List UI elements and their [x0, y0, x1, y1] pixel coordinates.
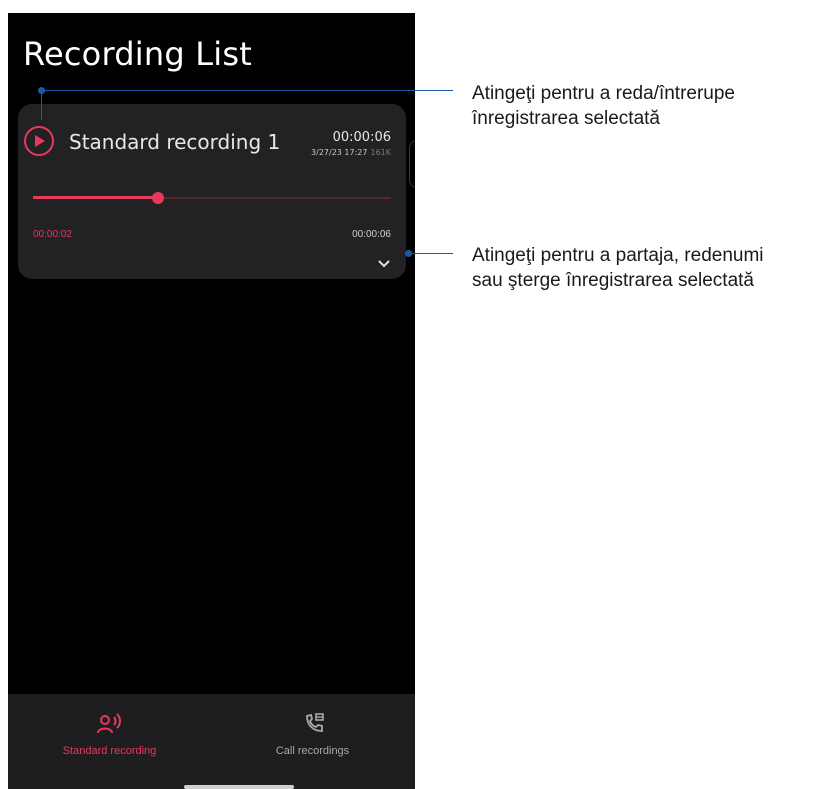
chevron-down-icon — [378, 260, 390, 268]
callout-play-text: Atingeţi pentru a reda/întrerupe înregis… — [472, 81, 735, 131]
slider-thumb[interactable] — [152, 192, 165, 204]
callout-play-connector — [41, 90, 42, 120]
callout-play-line — [41, 90, 453, 91]
recording-name: Standard recording 1 — [69, 130, 281, 154]
home-indicator[interactable] — [184, 785, 294, 789]
page-title: Recording List — [23, 35, 252, 73]
playback-slider[interactable] — [33, 192, 391, 204]
play-icon — [35, 135, 45, 147]
voice-recording-icon — [97, 713, 121, 734]
recording-datetime: 3/27/23 17:27 — [311, 148, 368, 157]
tab-standard-recording[interactable]: Standard recording — [8, 694, 211, 789]
recording-meta: 3/27/23 17:27 161K — [311, 148, 391, 157]
callout-play-line1: Atingeţi pentru a reda/întrerupe — [472, 83, 736, 104]
slider-fill — [33, 196, 159, 199]
recording-card[interactable]: Standard recording 1 00:00:06 3/27/23 17… — [18, 104, 406, 279]
side-panel-handle[interactable] — [409, 140, 415, 188]
callout-play-line2: înregistrarea selectată — [472, 108, 660, 129]
phone-screen: Recording List Standard recording 1 00:0… — [8, 13, 415, 789]
elapsed-time: 00:00:02 — [33, 229, 72, 240]
call-recording-icon — [306, 713, 324, 732]
tab-call-recordings[interactable]: Call recordings — [211, 694, 414, 789]
tab-standard-label: Standard recording — [62, 745, 157, 757]
callout-expand-text: Atingeţi pentru a partaja, redenumi sau … — [472, 243, 764, 293]
recording-duration: 00:00:06 — [332, 130, 391, 145]
bottom-navigation: Standard recording Call recordings — [8, 694, 415, 789]
expand-button[interactable] — [376, 257, 392, 269]
callout-expand-line1: Atingeţi pentru a partaja, redenumi — [472, 245, 764, 266]
callout-expand-line2: sau şterge înregistrarea selectată — [472, 270, 754, 291]
tab-call-label: Call recordings — [275, 745, 350, 757]
callout-expand-line — [408, 253, 453, 254]
recording-size: 161K — [370, 148, 391, 157]
play-button[interactable] — [24, 126, 54, 156]
total-time: 00:00:06 — [352, 229, 391, 240]
